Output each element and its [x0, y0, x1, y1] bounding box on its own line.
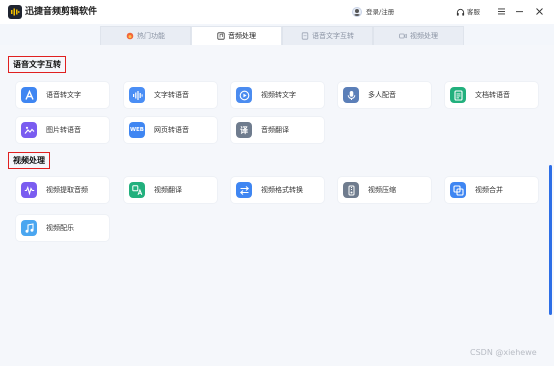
minimize-icon [515, 10, 523, 12]
translate-icon: 译 [236, 122, 252, 138]
tool-video-merge[interactable]: 视频合并 [445, 177, 538, 203]
music-note-icon [21, 220, 37, 236]
compress-icon [343, 182, 359, 198]
tab-hot-features[interactable]: 热门功能 [100, 26, 191, 45]
tool-video-format-convert[interactable]: 视频格式转换 [231, 177, 324, 203]
translate-video-icon [129, 182, 145, 198]
merge-icon [450, 182, 466, 198]
tool-text-to-speech[interactable]: 文字转语音 [124, 82, 217, 108]
tool-label: 视频压缩 [368, 186, 396, 194]
tool-label: 网页转语音 [154, 126, 189, 134]
tool-video-background-music[interactable]: 视频配乐 [16, 215, 109, 241]
tool-image-to-speech[interactable]: 图片转语音 [16, 117, 109, 143]
play-circle-icon [236, 87, 252, 103]
letter-a-icon [21, 87, 37, 103]
tab-audio-processing[interactable]: 音频处理 [191, 26, 282, 45]
tab-label: 热门功能 [137, 32, 165, 40]
login-button[interactable]: 登录/注册 [352, 5, 394, 19]
sound-wave-icon [129, 87, 145, 103]
video-camera-icon [399, 32, 407, 40]
main-tabs: 热门功能 音频处理 语音文字互转 视频处理 [100, 26, 464, 45]
watermark: CSDN @xiehewe [470, 348, 537, 357]
tab-label: 语音文字互转 [312, 32, 354, 40]
scrollbar-thumb[interactable] [549, 165, 552, 315]
tool-audio-translation[interactable]: 译 音频翻译 [231, 117, 324, 143]
image-wave-icon [21, 122, 37, 138]
customer-service-button[interactable]: 客服 [456, 5, 480, 19]
tool-multi-voice-dubbing[interactable]: 多人配音 [338, 82, 431, 108]
tool-label: 视频格式转换 [261, 186, 303, 194]
tab-speech-text[interactable]: 语音文字互转 [282, 26, 373, 45]
audio-file-icon [217, 32, 225, 40]
tool-label: 视频提取音频 [46, 186, 88, 194]
minimize-button[interactable] [512, 4, 526, 18]
tool-label: 视频合并 [475, 186, 503, 194]
tool-video-compress[interactable]: 视频压缩 [338, 177, 431, 203]
menu-icon [497, 8, 505, 14]
app-logo-icon [8, 5, 22, 19]
document-icon [301, 32, 309, 40]
avatar-icon [352, 7, 362, 17]
tool-label: 视频转文字 [261, 91, 296, 99]
tab-label: 视频处理 [410, 32, 438, 40]
flame-icon [126, 32, 134, 40]
document-lines-icon [450, 87, 466, 103]
tool-label: 图片转语音 [46, 126, 81, 134]
tool-video-translation[interactable]: 视频翻译 [124, 177, 217, 203]
tool-label: 语音转文字 [46, 91, 81, 99]
menu-button[interactable] [494, 4, 508, 18]
customer-service-label: 客服 [467, 8, 480, 16]
tab-video-processing[interactable]: 视频处理 [373, 26, 464, 45]
section-title-video: 视频处理 [8, 152, 50, 169]
web-icon: WEB [129, 122, 145, 138]
tool-label: 文档转语音 [475, 91, 510, 99]
tool-video-to-text[interactable]: 视频转文字 [231, 82, 324, 108]
tool-label: 多人配音 [368, 91, 396, 99]
tool-webpage-to-speech[interactable]: WEB 网页转语音 [124, 117, 217, 143]
login-label: 登录/注册 [366, 8, 395, 16]
vertical-scrollbar[interactable] [548, 45, 554, 366]
tool-label: 视频翻译 [154, 186, 182, 194]
microphone-icon [343, 87, 359, 103]
close-icon [535, 7, 543, 15]
tool-video-extract-audio[interactable]: 视频提取音频 [16, 177, 109, 203]
section-title-speech-text: 语音文字互转 [8, 56, 66, 73]
tool-document-to-speech[interactable]: 文档转语音 [445, 82, 538, 108]
close-button[interactable] [532, 4, 546, 18]
tool-label: 音频翻译 [261, 126, 289, 134]
tool-speech-to-text[interactable]: 语音转文字 [16, 82, 109, 108]
swap-arrows-icon [236, 182, 252, 198]
tool-label: 视频配乐 [46, 224, 74, 232]
tab-label: 音频处理 [228, 32, 256, 40]
title-bar: 迅捷音频剪辑软件 登录/注册 客服 [0, 0, 554, 24]
tool-label: 文字转语音 [154, 91, 189, 99]
app-title: 迅捷音频剪辑软件 [25, 7, 98, 17]
headset-icon [456, 8, 465, 16]
waveform-icon [21, 182, 37, 198]
